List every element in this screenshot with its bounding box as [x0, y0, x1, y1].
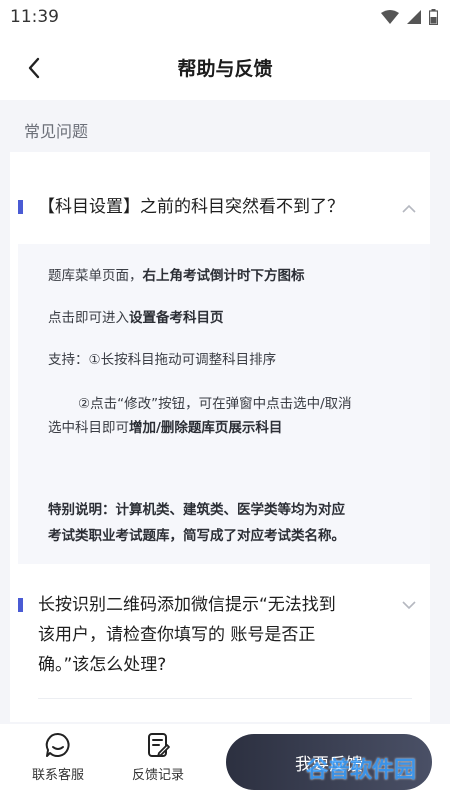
faq-item-2-question: 长按识别二维码添加微信提示“无法找到 该用户，请检查你填写的 账号是否正 确。”…: [38, 590, 390, 680]
contact-support-label: 联系客服: [31, 768, 84, 783]
faq-item-1-question: 【科目设置】之前的科目突然看不到了？: [38, 197, 344, 217]
submit-feedback-button[interactable]: 我要反馈: [226, 734, 432, 790]
faq-item-1-answer: 题库菜单页面，右上角考试倒计时下方图标 点击即可进入设置备考科目页 支持：①长按…: [18, 244, 430, 564]
faq-item-1-header[interactable]: 【科目设置】之前的科目突然看不到了？: [10, 192, 430, 228]
answer-note-line-1: 特别说明：计算机类、建筑类、医学类等均为对应: [48, 502, 345, 518]
chevron-down-icon: [402, 601, 416, 610]
answer-note-line-2: 考试类职业考试题库，简写成了对应考试类名称。: [48, 528, 345, 544]
feedback-records-label: 反馈记录: [131, 768, 184, 783]
faq-item-2-header[interactable]: 长按识别二维码添加微信提示“无法找到 该用户，请检查你填写的 账号是否正 确。”…: [10, 590, 430, 686]
answer-line-2: 点击即可进入设置备考科目页: [48, 308, 412, 328]
answer-line-5: 选中科目即可增加/删除题库页展示科目: [48, 418, 412, 438]
faq-list: 【科目设置】之前的科目突然看不到了？ 题库菜单页面，右上角考试倒计时下方图标 点…: [10, 152, 430, 722]
answer-line-4: ②点击“修改”按钮，可在弹窗中点击选中/取消: [78, 396, 352, 412]
answer-text: 题库菜单页面，: [48, 268, 143, 284]
answer-highlight: 增加/删除题库页展示科目: [129, 420, 283, 436]
signal-icon: [407, 10, 421, 24]
chat-bubble-icon: [45, 732, 70, 757]
bottom-action-bar: 联系客服 反馈记录 我要反馈: [0, 724, 450, 800]
wifi-icon: [381, 10, 399, 24]
feedback-records-button[interactable]: 反馈记录: [118, 732, 198, 794]
battery-icon: [429, 9, 438, 25]
question-line: 确。”该怎么处理?: [38, 655, 167, 675]
question-marker: [18, 200, 23, 214]
document-edit-icon: [148, 733, 170, 757]
nav-bar: 帮助与反馈: [0, 34, 450, 100]
faq-section-title: 常见问题: [24, 122, 89, 141]
status-icons: [381, 9, 438, 25]
answer-highlight: 右上角考试倒计时下方图标: [142, 268, 305, 284]
divider: [38, 698, 412, 699]
answer-highlight: 设置备考科目页: [129, 310, 224, 326]
status-bar: 11:39: [0, 0, 450, 34]
page-title: 帮助与反馈: [177, 57, 273, 80]
question-marker: [18, 598, 23, 612]
answer-line-1: 题库菜单页面，右上角考试倒计时下方图标: [48, 266, 412, 286]
answer-text: 点击即可进入: [48, 310, 129, 326]
answer-line-3: 支持：①长按科目拖动可调整科目排序: [48, 352, 277, 368]
chevron-left-icon: [28, 57, 40, 79]
contact-support-button[interactable]: 联系客服: [18, 732, 98, 794]
back-button[interactable]: [18, 52, 50, 84]
question-line: 长按识别二维码添加微信提示“无法找到: [38, 595, 336, 615]
question-line: 该用户，请检查你填写的 账号是否正: [38, 625, 316, 645]
chevron-up-icon: [402, 204, 416, 213]
status-time: 11:39: [10, 7, 59, 27]
answer-text: 选中科目即可: [48, 420, 129, 436]
